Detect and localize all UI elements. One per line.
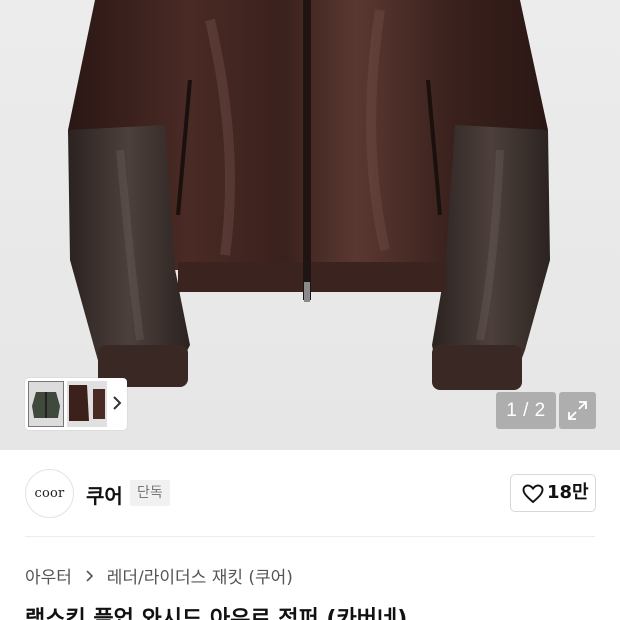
pager-separator: / xyxy=(523,400,529,421)
heart-icon xyxy=(522,484,544,504)
pager-current: 1 xyxy=(506,400,518,421)
thumbnail-green-jacket[interactable] xyxy=(28,381,64,427)
brand-name[interactable]: 쿠어 xyxy=(86,480,123,509)
expand-image-button[interactable] xyxy=(559,392,596,429)
like-button[interactable]: 18만 xyxy=(510,474,596,512)
like-count: 18만 xyxy=(547,482,589,503)
pager-total: 2 xyxy=(534,400,546,421)
breadcrumb-item-outer[interactable]: 아우터 xyxy=(25,568,72,588)
image-pager: 1 / 2 xyxy=(496,392,556,429)
brown-jacket-thumbnail-image xyxy=(69,385,105,421)
expand-icon xyxy=(568,401,587,420)
green-jacket-thumbnail-image xyxy=(32,392,60,418)
product-title: 램스킨 플업 와시드 아우르 점퍼 (카버네) xyxy=(25,607,408,620)
brand-logo[interactable]: coor xyxy=(25,469,74,518)
chevron-right-icon[interactable] xyxy=(110,392,124,414)
exclusive-badge: 단독 xyxy=(130,480,170,506)
divider xyxy=(25,536,595,537)
thumbnail-strip[interactable] xyxy=(25,378,127,430)
breadcrumb-item-leather-jacket[interactable]: 레더/라이더스 재킷 (쿠어) xyxy=(107,568,293,588)
product-image-gallery[interactable]: 1 / 2 xyxy=(0,0,620,450)
chevron-right-icon xyxy=(86,569,94,582)
thumbnail-brown-jacket[interactable] xyxy=(67,381,107,427)
breadcrumb: 아우터 레더/라이더스 재킷 (쿠어) xyxy=(25,563,293,588)
brand-row: coor 쿠어 단독 18만 xyxy=(0,450,620,537)
